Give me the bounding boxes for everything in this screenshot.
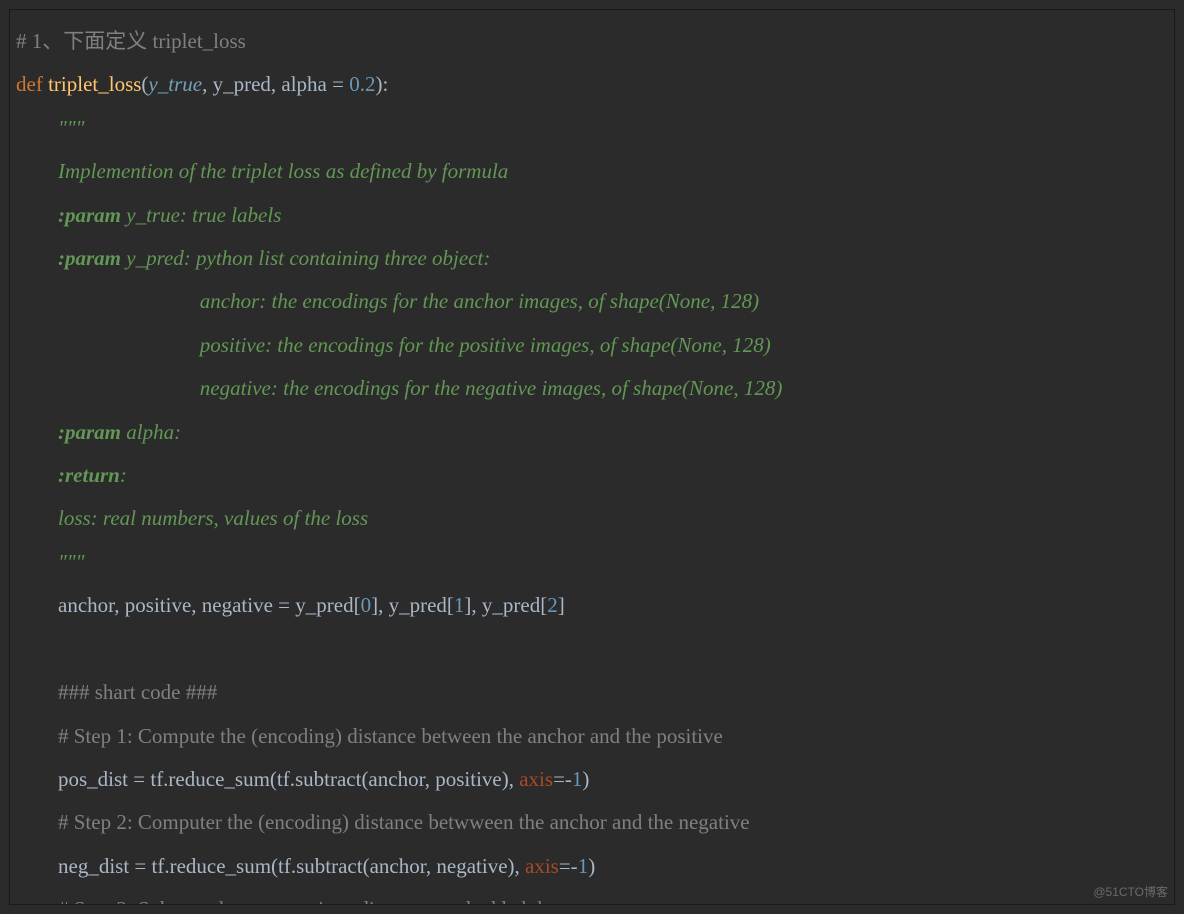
docstring-param-text: y_true: true labels <box>121 203 281 227</box>
code-text: ] <box>558 593 565 617</box>
indent <box>16 333 200 357</box>
code-text: anchor, positive, negative = y_pred[ <box>58 593 361 617</box>
param-ytrue: y_true <box>148 72 202 96</box>
docstring-param-tag: :param <box>58 420 121 444</box>
paren-close: ): <box>375 72 388 96</box>
indent <box>16 289 200 313</box>
docstring-param-text: alpha: <box>121 420 181 444</box>
docstring-param-text: y_pred: python list containing three obj… <box>121 246 490 270</box>
keyword-def: def <box>16 72 48 96</box>
indent <box>16 854 58 878</box>
function-name: triplet_loss <box>48 72 141 96</box>
indent <box>16 897 58 905</box>
comment-line: # 1、下面定义 triplet_loss <box>16 29 246 53</box>
blank-line <box>16 637 21 661</box>
indent <box>16 203 58 227</box>
indent <box>16 680 58 704</box>
param-alpha: alpha <box>281 72 326 96</box>
code-text: neg_dist = tf.reduce_sum(tf.subtract(anc… <box>58 854 525 878</box>
docstring-return-tag: :return <box>58 463 120 487</box>
docstring-line: loss: real numbers, values of the loss <box>58 506 368 530</box>
comment-line: ### shart code ### <box>58 680 217 704</box>
number-literal: 2 <box>547 593 558 617</box>
docstring-line: negative: the encodings for the negative… <box>200 376 783 400</box>
code-text: ) <box>582 767 589 791</box>
number-literal: 1 <box>454 593 465 617</box>
indent <box>16 767 58 791</box>
docstring-close: """ <box>58 550 84 574</box>
number-literal: 0 <box>361 593 372 617</box>
indent <box>16 376 200 400</box>
indent <box>16 246 58 270</box>
indent <box>16 420 58 444</box>
indent <box>16 506 58 530</box>
docstring-line: Implemention of the triplet loss as defi… <box>58 159 508 183</box>
comma: , <box>271 72 282 96</box>
kwarg-name: axis <box>519 767 553 791</box>
docstring-open: """ <box>58 116 84 140</box>
kwarg-name: axis <box>525 854 559 878</box>
indent <box>16 810 58 834</box>
docstring-line: positive: the encodings for the positive… <box>200 333 771 357</box>
param-ypred: y_pred <box>213 72 271 96</box>
comment-line: # Step 3: Subtract the two previous dist… <box>58 897 557 905</box>
code-block: # 1、下面定义 triplet_loss def triplet_loss(y… <box>10 10 1174 905</box>
docstring-line: anchor: the encodings for the anchor ima… <box>200 289 759 313</box>
code-text: ], y_pred[ <box>371 593 454 617</box>
number-literal: 1 <box>572 767 583 791</box>
docstring-param-tag: :param <box>58 246 121 270</box>
equals: =- <box>553 767 572 791</box>
default-value: 0.2 <box>349 72 375 96</box>
comma: , <box>202 72 213 96</box>
equals: = <box>327 72 349 96</box>
indent <box>16 550 58 574</box>
code-text: ) <box>588 854 595 878</box>
number-literal: 1 <box>578 854 589 878</box>
watermark-text: @51CTO博客 <box>1093 883 1168 900</box>
equals: =- <box>559 854 578 878</box>
indent <box>16 724 58 748</box>
docstring-return-text: : <box>120 463 127 487</box>
code-text: ], y_pred[ <box>464 593 547 617</box>
indent <box>16 593 58 617</box>
comment-line: # Step 1: Compute the (encoding) distanc… <box>58 724 723 748</box>
indent <box>16 463 58 487</box>
indent <box>16 159 58 183</box>
code-editor: # 1、下面定义 triplet_loss def triplet_loss(y… <box>9 9 1175 905</box>
code-text: pos_dist = tf.reduce_sum(tf.subtract(anc… <box>58 767 519 791</box>
comment-line: # Step 2: Computer the (encoding) distan… <box>58 810 750 834</box>
docstring-param-tag: :param <box>58 203 121 227</box>
indent <box>16 116 58 140</box>
